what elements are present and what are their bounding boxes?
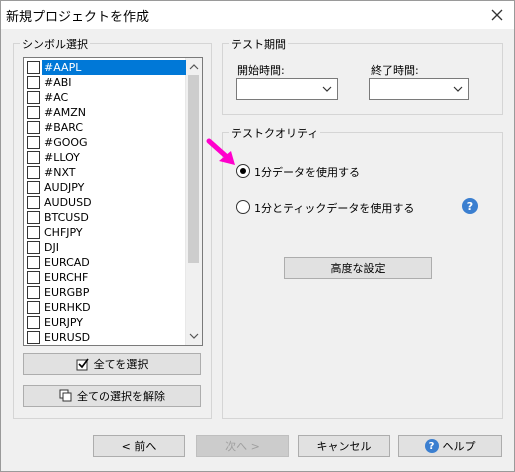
chevron-down-icon	[322, 86, 332, 92]
symbol-checkbox[interactable]	[27, 91, 40, 104]
end-time-select[interactable]	[369, 78, 469, 100]
symbol-label: #NXT	[44, 166, 76, 179]
symbol-checkbox[interactable]	[27, 316, 40, 329]
symbol-label: CHFJPY	[44, 226, 83, 239]
start-time-select[interactable]	[236, 78, 338, 100]
symbol-checkbox[interactable]	[27, 241, 40, 254]
scroll-down-icon[interactable]	[188, 330, 200, 342]
symbol-checkbox[interactable]	[27, 76, 40, 89]
symbol-checkbox[interactable]	[27, 121, 40, 134]
symbol-row[interactable]: #ABI	[25, 75, 185, 90]
symbol-row[interactable]: #AAPL	[25, 60, 186, 75]
dialog-window: 新規プロジェクトを作成 シンボル選択 #AAPL #ABI #AC #AMZN #BAR…	[0, 0, 515, 472]
symbol-label: EURHKD	[44, 301, 91, 314]
symbol-checkbox[interactable]	[27, 331, 40, 344]
quality-group-label: テストクオリティ	[229, 125, 321, 141]
symbol-label: #ABI	[44, 76, 72, 89]
symbol-row[interactable]: #LLOY	[25, 150, 185, 165]
scroll-up-icon[interactable]	[188, 61, 200, 73]
checkbox-icon	[76, 358, 89, 371]
radio-1min-tick[interactable]	[236, 200, 250, 214]
symbol-checkbox[interactable]	[27, 61, 40, 74]
symbol-label: EURCAD	[44, 256, 90, 269]
end-time-label: 終了時間:	[371, 64, 419, 77]
symbol-checkbox[interactable]	[27, 151, 40, 164]
symbol-checkbox[interactable]	[27, 286, 40, 299]
help-icon-glyph: ?	[466, 199, 474, 213]
symbol-row[interactable]: DJI	[25, 240, 185, 255]
symbol-label: EURJPY	[44, 316, 83, 329]
radio-1min-label[interactable]: 1分データを使用する	[254, 164, 360, 180]
annotation-arrow-icon	[206, 138, 235, 165]
symbol-row[interactable]: #AC	[25, 90, 185, 105]
symbol-row[interactable]: #BARC	[25, 120, 185, 135]
title-bar: 新規プロジェクトを作成	[1, 1, 514, 29]
symbol-label: DJI	[44, 241, 59, 254]
prev-button[interactable]: < 前へ	[93, 435, 185, 457]
window-title: 新規プロジェクトを作成	[6, 10, 150, 25]
cancel-button[interactable]: キャンセル	[298, 435, 390, 457]
symbol-label: #LLOY	[44, 151, 80, 164]
symbol-row[interactable]: EURJPY	[25, 315, 185, 330]
symbol-row[interactable]: CHFJPY	[25, 225, 185, 240]
scrollbar-thumb[interactable]	[188, 75, 199, 263]
symbol-list[interactable]: #AAPL #ABI #AC #AMZN #BARC #GOOG #LLOY #NXT AUDJ…	[23, 57, 203, 346]
symbol-checkbox[interactable]	[27, 211, 40, 224]
next-button[interactable]: 次へ >	[196, 435, 289, 457]
symbol-list-scrollbar[interactable]	[185, 58, 202, 345]
next-button-label: 次へ >	[225, 440, 260, 453]
symbol-row[interactable]: EURHKD	[25, 300, 185, 315]
symbol-label: AUDJPY	[44, 181, 85, 194]
close-icon[interactable]	[486, 4, 508, 26]
symbol-label: #GOOG	[44, 136, 88, 149]
advanced-settings-label: 高度な設定	[330, 262, 386, 275]
symbol-checkbox[interactable]	[27, 271, 40, 284]
symbol-row[interactable]: BTCUSD	[25, 210, 185, 225]
symbol-row[interactable]: EURUSD	[25, 330, 185, 345]
symbol-checkbox[interactable]	[27, 166, 40, 179]
symbol-row[interactable]: AUDUSD	[25, 195, 185, 210]
symbol-label: EURGBP	[44, 286, 90, 299]
chevron-down-icon	[453, 86, 463, 92]
radio-1min[interactable]	[236, 164, 250, 178]
cancel-button-label: キャンセル	[316, 440, 372, 453]
radio-1min-tick-label[interactable]: 1分とティックデータを使用する	[254, 200, 414, 216]
symbol-row[interactable]: EURCHF	[25, 270, 185, 285]
uncheck-icon	[59, 389, 72, 402]
symbol-checkbox[interactable]	[27, 181, 40, 194]
symbol-row[interactable]: #NXT	[25, 165, 185, 180]
symbol-checkbox[interactable]	[27, 226, 40, 239]
symbol-checkbox[interactable]	[27, 301, 40, 314]
symbol-checkbox[interactable]	[27, 136, 40, 149]
deselect-all-button[interactable]: 全ての選択を解除	[23, 385, 201, 407]
symbol-checkbox[interactable]	[27, 106, 40, 119]
help-button-icon: ?	[424, 439, 439, 453]
symbol-row[interactable]: #AMZN	[25, 105, 185, 120]
advanced-settings-button[interactable]: 高度な設定	[284, 257, 432, 279]
symbol-label: AUDUSD	[44, 196, 92, 209]
deselect-all-label: 全ての選択を解除	[77, 390, 165, 403]
start-time-label: 開始時間:	[237, 64, 285, 77]
prev-button-label: < 前へ	[121, 440, 157, 453]
symbol-row[interactable]: #GOOG	[25, 135, 185, 150]
help-button-label: ヘルプ	[442, 440, 476, 453]
symbol-label: BTCUSD	[44, 211, 89, 224]
help-button[interactable]: ? ヘルプ	[398, 435, 502, 457]
select-all-button[interactable]: 全てを選択	[23, 353, 201, 375]
symbol-label: EURCHF	[44, 271, 89, 284]
symbol-checkbox[interactable]	[27, 256, 40, 269]
symbol-row[interactable]: EURGBP	[25, 285, 185, 300]
symbol-row[interactable]: AUDJPY	[25, 180, 185, 195]
symbol-row[interactable]: EURCAD	[25, 255, 185, 270]
period-group-label: テスト期間	[229, 36, 288, 52]
symbol-label: #BARC	[44, 121, 84, 134]
symbol-label: EURUSD	[44, 331, 91, 344]
symbol-checkbox[interactable]	[27, 196, 40, 209]
symbol-label: #AAPL	[42, 60, 186, 75]
symbol-group-label: シンボル選択	[20, 36, 90, 52]
symbol-label: #AC	[44, 91, 69, 104]
select-all-label: 全てを選択	[93, 358, 149, 371]
help-icon[interactable]: ?	[462, 198, 478, 214]
symbol-label: #AMZN	[44, 106, 86, 119]
